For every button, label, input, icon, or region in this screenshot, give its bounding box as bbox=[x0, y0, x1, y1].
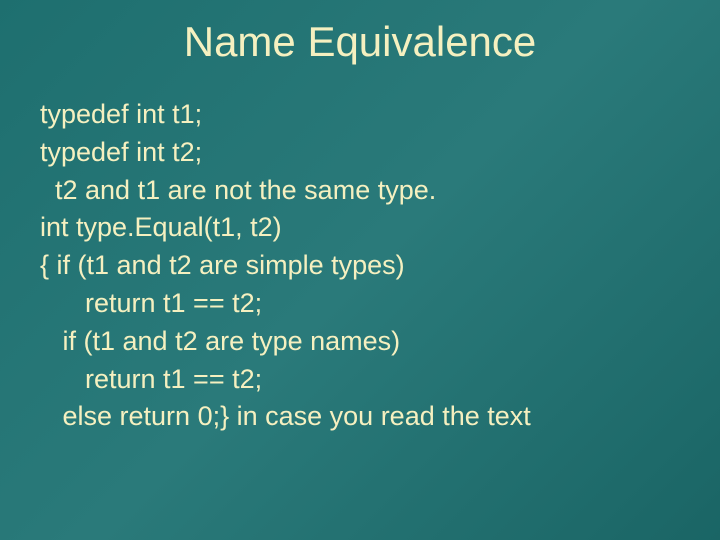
body-line: t2 and t1 are not the same type. bbox=[40, 172, 720, 210]
body-line: return t1 == t2; bbox=[40, 285, 720, 323]
slide-body: typedef int t1; typedef int t2; t2 and t… bbox=[0, 96, 720, 436]
slide-title: Name Equivalence bbox=[0, 0, 720, 96]
body-line: else return 0;} in case you read the tex… bbox=[40, 398, 720, 436]
body-line: typedef int t1; bbox=[40, 96, 720, 134]
body-line: typedef int t2; bbox=[40, 134, 720, 172]
slide: Name Equivalence typedef int t1; typedef… bbox=[0, 0, 720, 540]
body-line: int type.Equal(t1, t2) bbox=[40, 209, 720, 247]
body-line: if (t1 and t2 are type names) bbox=[40, 323, 720, 361]
body-line: return t1 == t2; bbox=[40, 361, 720, 399]
body-line: { if (t1 and t2 are simple types) bbox=[40, 247, 720, 285]
